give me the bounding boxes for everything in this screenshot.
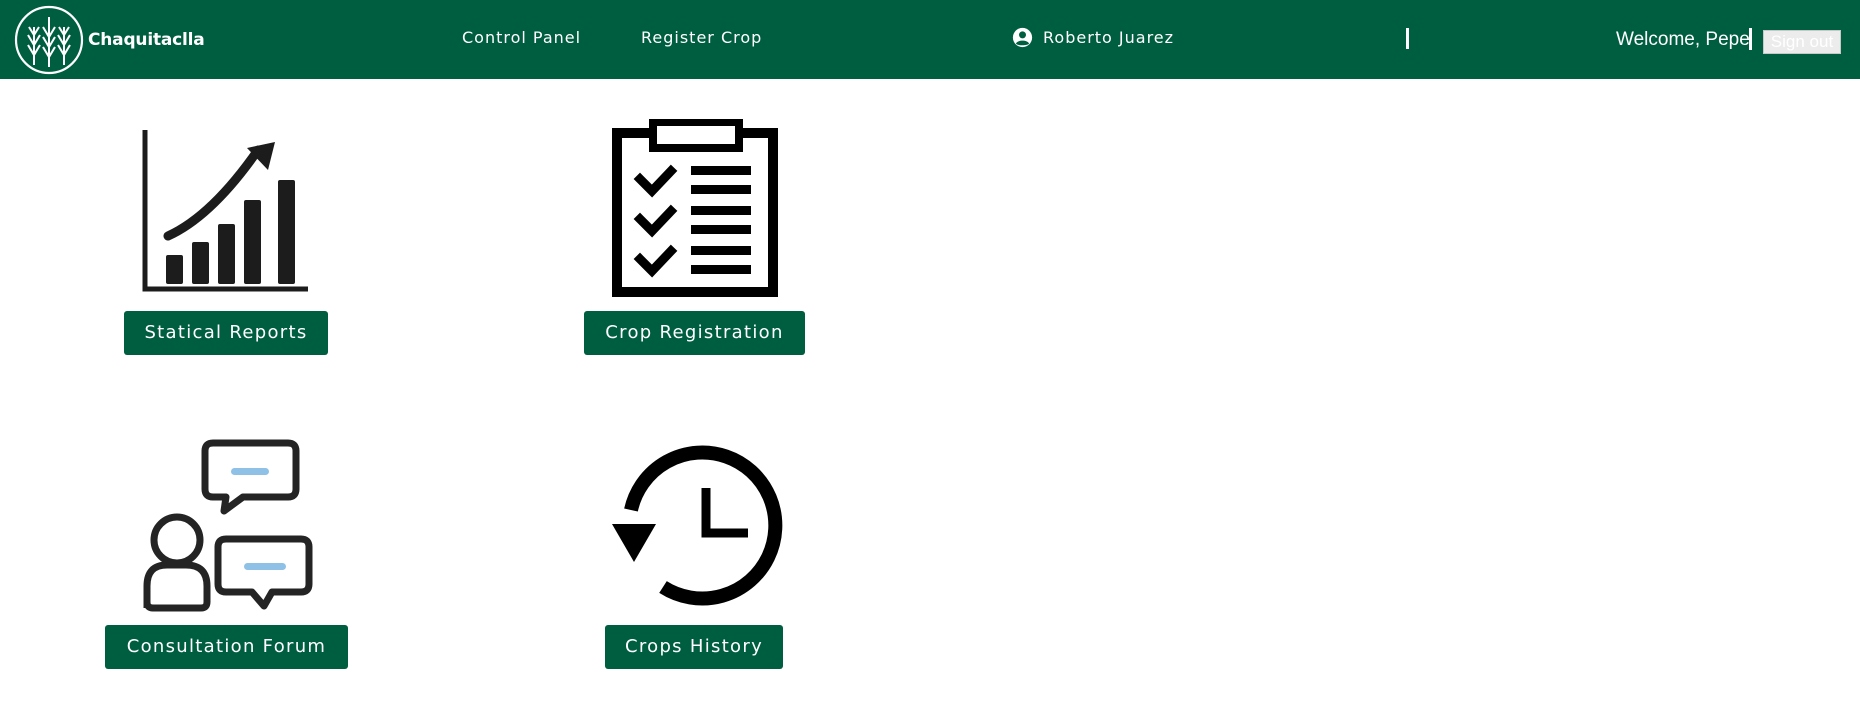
user-profile[interactable]: Roberto Juarez — [1012, 27, 1174, 48]
consultation-forum-button[interactable]: Consultation Forum — [105, 625, 348, 669]
wheat-logo-icon — [14, 5, 84, 75]
welcome-divider — [1749, 28, 1752, 50]
user-name: Roberto Juarez — [1043, 28, 1175, 47]
bar-chart-trend-icon — [142, 130, 308, 292]
history-clock-icon — [612, 445, 783, 606]
statical-reports-button[interactable]: Statical Reports — [124, 311, 328, 355]
clipboard-checklist-icon — [612, 119, 778, 297]
brand-name: Chaquitaclla — [88, 30, 205, 50]
nav-control-panel[interactable]: Control Panel — [462, 28, 581, 47]
account-circle-icon — [1012, 27, 1033, 48]
crop-registration-button[interactable]: Crop Registration — [584, 311, 805, 355]
nav-register-crop[interactable]: Register Crop — [641, 28, 762, 47]
brand-logo[interactable]: Chaquitaclla — [14, 5, 205, 75]
sign-out-button[interactable]: Sign out — [1763, 30, 1841, 54]
crops-history-button[interactable]: Crops History — [605, 625, 783, 669]
top-navbar: Chaquitaclla Control Panel Register Crop… — [0, 0, 1860, 79]
forum-chat-icon — [143, 439, 313, 612]
welcome-text: Welcome, Pepe — [1616, 29, 1750, 50]
nav-divider — [1406, 28, 1409, 49]
